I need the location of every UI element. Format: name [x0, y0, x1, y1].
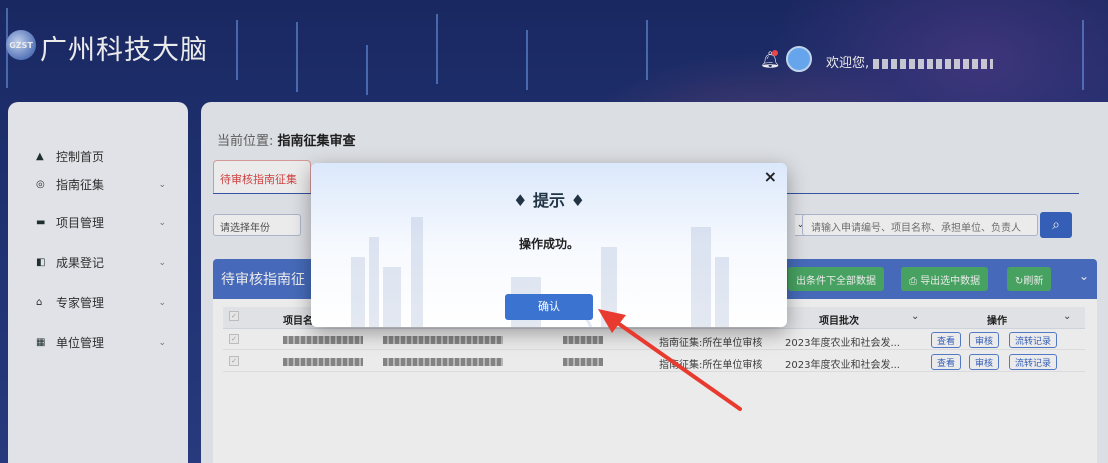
dialog-title: ♦ 提示 ♦: [513, 191, 585, 210]
confirm-button[interactable]: 确认: [505, 294, 593, 320]
close-icon[interactable]: ×: [764, 167, 777, 186]
dialog-message: 操作成功。: [518, 237, 579, 251]
alert-dialog: × ♦ 提示 ♦ 操作成功。 确认: [311, 163, 787, 327]
red-arrow-annotation: [598, 309, 742, 411]
